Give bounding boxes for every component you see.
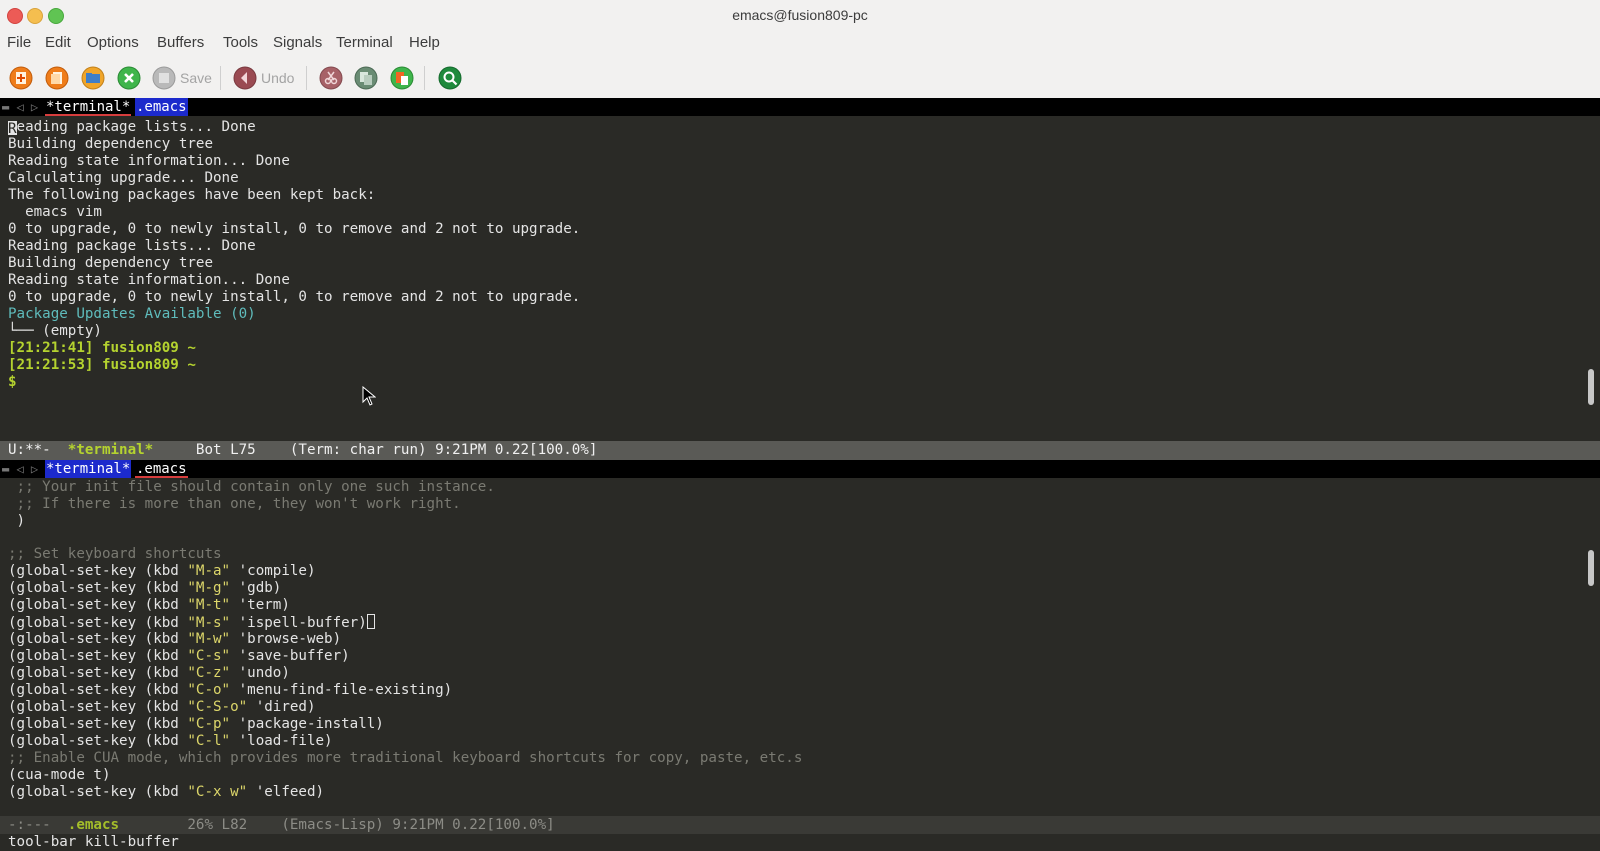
terminal-line: Building dependency tree (8, 136, 213, 152)
minibuffer[interactable]: tool-bar kill-buffer (0, 834, 1600, 851)
code-comment: ;; If there is more than one, they won't… (8, 496, 461, 512)
menu-tools[interactable]: Tools (223, 33, 258, 55)
code-scrollbar[interactable] (1582, 478, 1600, 816)
terminal-scrollbar[interactable] (1582, 116, 1600, 441)
dired-button[interactable] (81, 63, 105, 93)
open-file-button[interactable] (45, 63, 69, 93)
editor-cursor (366, 614, 375, 629)
code-line: (global-set-key (kbd "C-z" 'undo) (8, 665, 290, 681)
close-buffer-icon (117, 66, 141, 90)
code-comment: ;; Enable CUA mode, which provides more … (8, 750, 803, 766)
paste-icon (390, 66, 414, 90)
copy-icon (354, 66, 378, 90)
folder-icon (81, 66, 105, 90)
tab-terminal[interactable]: *terminal* (45, 98, 132, 116)
code-line: (global-set-key (kbd "C-S-o" 'dired) (8, 699, 316, 715)
tab-scroll-controls[interactable]: ▬ ◁ ▷ (2, 460, 38, 478)
terminal-line: Calculating upgrade... Done (8, 170, 239, 186)
terminal-line: Reading package lists... Done (8, 119, 256, 137)
mode-line-terminal: U:**- *terminal* Bot L75 (Term: char run… (0, 441, 1600, 460)
new-file-button[interactable] (9, 63, 33, 93)
undo-button[interactable]: Undo (233, 63, 294, 93)
code-line: (global-set-key (kbd "C-o" 'menu-find-fi… (8, 682, 453, 698)
toolbar-separator (220, 66, 221, 90)
undo-label: Undo (261, 70, 295, 86)
title-bar: emacs@fusion809-pc (0, 0, 1600, 32)
shell-prompt: [21:21:41] fusion809 ~ (8, 340, 196, 356)
mouse-pointer-icon (362, 386, 376, 406)
menu-help[interactable]: Help (409, 33, 440, 55)
terminal-cursor: R (8, 121, 17, 137)
code-line: (global-set-key (kbd "M-w" 'browse-web) (8, 631, 342, 647)
mode-line-emacs: -:--- .emacs 26% L82 (Emacs-Lisp) 9:21PM… (0, 816, 1600, 834)
tool-bar: Save Undo (0, 58, 1600, 98)
undo-icon (233, 66, 257, 90)
toolbar-separator (306, 66, 307, 90)
code-line: (global-set-key (kbd "M-s" 'ispell-buffe… (8, 614, 375, 631)
code-line: (global-set-key (kbd "C-p" 'package-inst… (8, 716, 384, 732)
cut-icon (319, 66, 343, 90)
tab-terminal[interactable]: *terminal* (45, 460, 132, 478)
search-button[interactable] (438, 63, 462, 93)
mode-line-buffer-name: *terminal* (67, 442, 154, 458)
tab-bar-top: ▬ ◁ ▷ *terminal* .emacs (0, 98, 1600, 116)
terminal-line: Building dependency tree (8, 255, 213, 271)
terminal-window[interactable]: Reading package lists... Done Building d… (0, 116, 1582, 441)
updates-available-line: Package Updates Available (0) (8, 306, 256, 322)
copy-button[interactable] (354, 63, 378, 93)
code-line: (global-set-key (kbd "C-l" 'load-file) (8, 733, 333, 749)
scrollbar-thumb[interactable] (1588, 550, 1594, 586)
terminal-line: 0 to upgrade, 0 to newly install, 0 to r… (8, 289, 581, 305)
window-title: emacs@fusion809-pc (732, 7, 868, 23)
shell-prompt: [21:21:53] fusion809 ~ (8, 357, 196, 373)
code-line: (global-set-key (kbd "M-g" 'gdb) (8, 580, 282, 596)
terminal-line: Reading state information... Done (8, 153, 290, 169)
tab-scroll-controls[interactable]: ▬ ◁ ▷ (2, 98, 38, 116)
code-line: ) (8, 513, 26, 529)
menu-file[interactable]: File (7, 33, 31, 55)
menu-edit[interactable]: Edit (45, 33, 71, 55)
tab-bar-bottom: ▬ ◁ ▷ *terminal* .emacs (0, 460, 1600, 478)
menu-bar: File Edit Options Buffers Tools Signals … (0, 32, 1600, 58)
code-comment: ;; Set keyboard shortcuts (8, 546, 222, 562)
save-icon (152, 66, 176, 90)
code-line: (global-set-key (kbd "C-x w" 'elfeed) (8, 784, 325, 800)
code-line: (global-set-key (kbd "C-s" 'save-buffer) (8, 648, 350, 664)
tab-emacs[interactable]: .emacs (135, 98, 188, 116)
search-icon (438, 66, 462, 90)
save-button[interactable]: Save (152, 63, 212, 93)
terminal-line: Reading package lists... Done (8, 238, 256, 254)
kill-buffer-button[interactable] (117, 63, 141, 93)
code-line: (global-set-key (kbd "M-t" 'term) (8, 597, 290, 613)
shell-prompt-symbol: $ (8, 374, 17, 390)
code-line: (global-set-key (kbd "M-a" 'compile) (8, 563, 316, 579)
terminal-line: emacs vim (8, 204, 102, 220)
menu-signals[interactable]: Signals (273, 33, 322, 55)
menu-buffers[interactable]: Buffers (157, 33, 204, 55)
new-file-icon (9, 66, 33, 90)
mode-line-buffer-name: .emacs (67, 817, 120, 833)
menu-terminal[interactable]: Terminal (336, 33, 393, 55)
code-comment: ;; Your init file should contain only on… (8, 479, 495, 495)
toolbar-separator (424, 66, 425, 90)
code-editor-window[interactable]: ;; Your init file should contain only on… (0, 478, 1582, 816)
terminal-line: └── (empty) (8, 323, 102, 339)
scrollbar-thumb[interactable] (1588, 369, 1594, 405)
save-label: Save (180, 70, 212, 86)
open-file-icon (45, 66, 69, 90)
code-line: (cua-mode t) (8, 767, 111, 783)
tab-emacs[interactable]: .emacs (135, 460, 188, 478)
paste-button[interactable] (390, 63, 414, 93)
terminal-line: The following packages have been kept ba… (8, 187, 376, 203)
terminal-line: 0 to upgrade, 0 to newly install, 0 to r… (8, 221, 581, 237)
cut-button[interactable] (319, 63, 343, 93)
menu-options[interactable]: Options (87, 33, 139, 55)
terminal-line: Reading state information... Done (8, 272, 290, 288)
